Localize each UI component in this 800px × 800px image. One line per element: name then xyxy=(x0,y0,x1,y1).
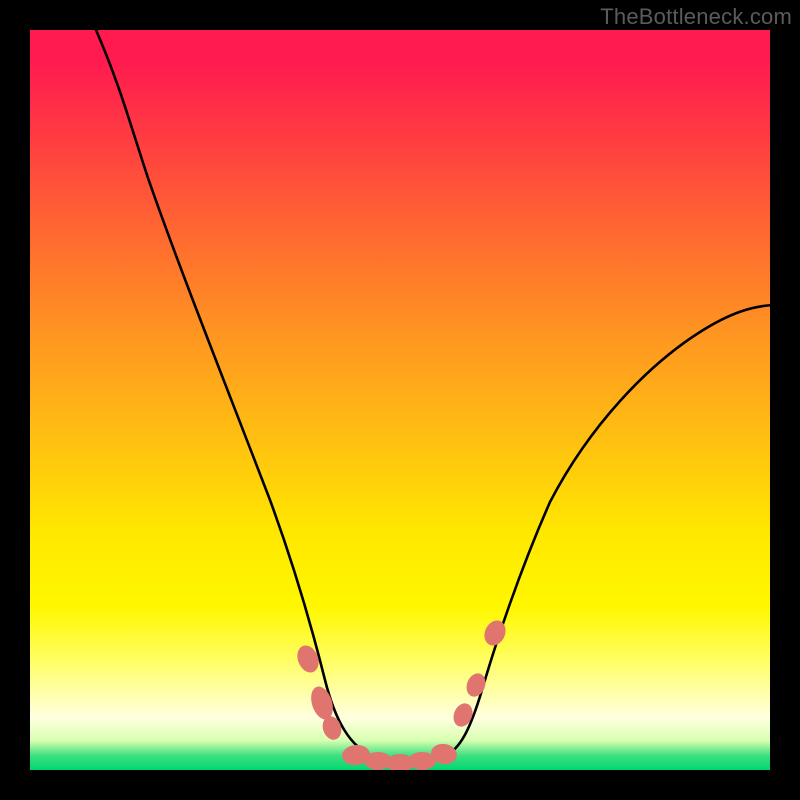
watermark-text: TheBottleneck.com xyxy=(600,4,792,30)
plot-area xyxy=(30,30,770,770)
curve-marker xyxy=(481,617,510,649)
bottleneck-curve xyxy=(96,30,770,761)
chart-frame: TheBottleneck.com xyxy=(0,0,800,800)
curve-marker xyxy=(293,642,322,675)
curve-marker xyxy=(450,701,476,730)
curve-marker xyxy=(463,671,489,700)
curve-svg xyxy=(30,30,770,770)
marker-group xyxy=(293,617,509,770)
